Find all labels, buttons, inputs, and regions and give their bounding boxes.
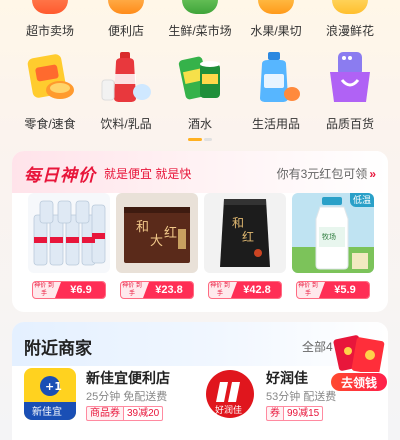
svg-text:牧场: 牧场 (322, 232, 336, 241)
daily-goods-icon (260, 52, 300, 102)
red-packet-text: 你有3元红包可领 (276, 167, 368, 181)
store-delivery-info: 53分钟 配送费 (266, 391, 337, 403)
store-logo: +1 新佳宜 (24, 368, 76, 420)
svg-text:+1: +1 (45, 380, 62, 393)
store-delivery-info: 25分钟 免配送费 (86, 391, 168, 403)
coupon-type: 券 (266, 406, 283, 421)
page-indicator (188, 138, 212, 142)
price-tag-label: 神价 到手 (122, 283, 142, 297)
page-dot-active (188, 138, 202, 141)
svg-text:和: 和 (136, 220, 149, 235)
fruit-icon (258, 0, 294, 14)
svg-text:红: 红 (164, 225, 177, 241)
nearby-stores-title: 附近商家 (24, 339, 92, 358)
category-label: 品质百货 (325, 117, 374, 131)
beer-icon (178, 56, 220, 100)
price-tag-label: 神价 到手 (34, 283, 54, 297)
flower-icon (332, 0, 368, 14)
low-temp-badge: 低温 (350, 193, 374, 207)
store-logo: 好润佳 (204, 368, 256, 420)
price-value: ¥5.9 (319, 282, 369, 298)
category-label: 生鲜/菜市场 (168, 24, 232, 38)
bottled-water-image (28, 193, 110, 273)
category-label: 酒水 (187, 117, 212, 131)
category-label: 水果/果切 (250, 24, 302, 38)
category-label: 生活用品 (251, 117, 300, 131)
price-tag-label: 神价 到手 (210, 283, 230, 297)
drinks-icon (101, 52, 151, 102)
price-value: ¥42.8 (231, 282, 281, 298)
store-logo-text: 新佳宜 (32, 405, 62, 418)
deal-product-tea-pouch[interactable]: 和 红 神价 到手 ¥42.8 (204, 193, 286, 303)
category-label: 零食/速食 (24, 117, 76, 131)
category-label: 饮料/乳品 (100, 117, 152, 131)
price-tag: 神价 到手 ¥42.8 (208, 281, 282, 299)
price-tag: 神价 到手 ¥5.9 (296, 281, 370, 299)
store-coupon[interactable]: 商品券 39减20 (86, 406, 164, 421)
convenience-store-icon (108, 0, 144, 14)
price-tag: 神价 到手 ¥6.9 (32, 281, 106, 299)
category-label: 超市卖场 (25, 24, 74, 38)
store-name: 新佳宜便利店 (86, 370, 170, 386)
price-tag: 神价 到手 ¥23.8 (120, 281, 194, 299)
tea-pouch-image: 和 红 (204, 193, 286, 273)
price-value: ¥23.8 (143, 282, 193, 298)
category-row-2: 零食/速食 饮料/乳品 酒水 生活用品 品质百货 (0, 50, 400, 134)
deal-product-tea-gift-box[interactable]: 和 大 红 神价 到手 ¥23.8 (116, 193, 198, 303)
svg-text:大: 大 (150, 234, 163, 249)
category-label: 便利店 (107, 24, 144, 38)
supermarket-icon (32, 0, 68, 14)
store-name: 好润佳 (266, 370, 308, 386)
tea-gift-box-image: 和 大 红 (116, 193, 198, 273)
chevron-right-icon: » (369, 167, 376, 181)
daily-deals-card: 每日神价 就是便宜 就是快 你有3元红包可领» 神价 到手 ¥6.9 和 大 红… (12, 151, 388, 312)
svg-text:红: 红 (242, 229, 254, 244)
coupon-type: 商品券 (86, 406, 123, 421)
view-all-link[interactable]: 全部4 (302, 338, 333, 355)
page-dot (204, 138, 212, 141)
daily-deals-header: 每日神价 就是便宜 就是快 你有3元红包可领» (12, 151, 388, 193)
collect-money-button[interactable]: 去领钱 (330, 372, 388, 392)
store-coupon[interactable]: 券 99减15 (266, 406, 324, 421)
category-grid: 超市卖场 便利店 生鲜/菜市场 水果/果切 浪漫鲜花 零食/速食 饮料/乳品 酒… (0, 0, 400, 148)
deal-product-bottled-water[interactable]: 神价 到手 ¥6.9 (28, 193, 110, 303)
coupon-value: 99减15 (283, 406, 324, 421)
price-tag-label: 神价 到手 (298, 283, 318, 297)
shopping-bag-icon (330, 52, 370, 102)
category-label: 浪漫鲜花 (325, 24, 374, 38)
svg-text:和: 和 (232, 216, 244, 230)
price-value: ¥6.9 (55, 282, 105, 298)
coupon-value: 39减20 (123, 406, 164, 421)
category-row-1: 超市卖场 便利店 生鲜/菜市场 水果/果切 浪漫鲜花 (0, 0, 400, 40)
store-logo-text: 好润佳 (215, 404, 242, 416)
snacks-icon (27, 54, 74, 99)
daily-deals-slogan: 就是便宜 就是快 (104, 167, 192, 181)
daily-deals-title: 每日神价 (24, 166, 96, 185)
red-packet-link[interactable]: 你有3元红包可领» (277, 165, 376, 182)
store-xinjiayi[interactable]: +1 新佳宜 新佳宜便利店 25分钟 免配送费 商品券 39减20 (24, 368, 204, 440)
deal-product-milk-bottle[interactable]: 牧场 低温 神价 到手 ¥5.9 (292, 193, 374, 303)
fresh-produce-icon (182, 0, 218, 14)
